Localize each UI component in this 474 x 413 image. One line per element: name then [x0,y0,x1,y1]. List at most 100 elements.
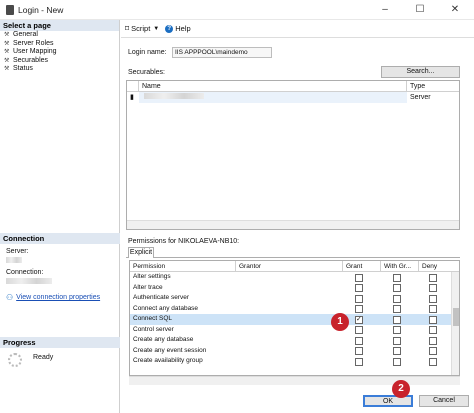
securables-label: Securables: [128,69,165,76]
deny-checkbox[interactable] [429,347,437,355]
permissions-horizontal-scrollbar[interactable] [129,376,460,385]
grant-checkbox[interactable] [355,336,363,345]
connection-properties-icon: ⚇ [6,293,14,302]
script-button[interactable]: ⌑ Script ▼ [125,24,159,33]
grant-checkbox[interactable] [355,273,363,282]
progress-header: Progress [0,337,120,348]
page-item-user-mapping[interactable]: ⚒ User Mapping [0,48,119,57]
with-grant-checkbox[interactable] [393,357,401,366]
permissions-rows: Alter settings Alter trace Authenticate se… [130,272,459,367]
search-button[interactable]: Search... [381,66,460,78]
securables-grid[interactable]: Name Type ▮ Server [126,80,460,230]
permission-name-cell: Alter trace [133,283,163,291]
securable-name-redacted [144,93,204,99]
table-row[interactable]: Alter trace [130,283,459,294]
column-header-grantor[interactable]: Grantor [236,261,343,271]
with-grant-cell [381,356,419,367]
close-button[interactable]: ✕ [440,2,470,18]
deny-checkbox[interactable] [429,336,437,345]
vertical-scrollbar[interactable] [451,272,459,375]
grant-checkbox[interactable] [355,347,363,355]
with-grant-checkbox[interactable] [393,305,401,313]
permissions-grid[interactable]: Permission Grantor Grant With Gr... Deny… [129,260,460,376]
view-connection-properties-link[interactable]: View connection properties [16,294,100,301]
horizontal-scrollbar[interactable] [127,220,459,229]
grant-cell [343,304,381,315]
script-icon: ⌑ [125,24,130,33]
table-row[interactable]: Authenticate server [130,293,459,304]
deny-checkbox[interactable] [429,294,437,303]
deny-cell [419,314,453,325]
connection-label: Connection: [6,269,44,276]
permission-name-cell: Control server [133,325,174,333]
help-button[interactable]: ? Help [165,24,191,33]
column-header-with-grant[interactable]: With Gr... [381,261,419,271]
permission-name-cell: Connect SQL [133,315,173,322]
help-icon: ? [165,24,174,33]
column-header-name[interactable]: Name [139,81,407,91]
with-grant-cell [381,283,419,294]
grantor-cell [236,325,343,336]
permissions-label: Permissions for NIKOLAEVA-NB10: [128,238,240,245]
deny-checkbox[interactable] [429,357,437,366]
minimize-button[interactable]: – [370,2,400,18]
with-grant-checkbox[interactable] [393,273,401,282]
progress-status: Ready [33,354,54,361]
deny-checkbox[interactable] [429,305,437,313]
left-panel: Select a page ⚒ General ⚒ Server Roles ⚒ Us… [0,20,120,413]
grantor-cell [236,304,343,315]
permission-name-cell: Alter settings [133,273,171,280]
deny-cell [419,293,453,304]
cancel-button[interactable]: Cancel [419,395,469,407]
with-grant-checkbox[interactable] [393,294,401,303]
grant-checkbox[interactable] [355,315,363,325]
deny-checkbox[interactable] [429,273,437,282]
connection-header: Connection [0,233,120,244]
chevron-down-icon: ▼ [153,25,160,32]
deny-checkbox[interactable] [429,284,437,292]
table-row[interactable]: Control server [130,325,459,336]
with-grant-checkbox[interactable] [393,347,401,355]
table-row[interactable]: Create any event session [130,346,459,357]
column-header-type[interactable]: Type [407,81,459,91]
with-grant-checkbox[interactable] [393,326,401,334]
deny-cell [419,346,453,357]
tab-explicit[interactable]: Explicit [128,247,154,258]
table-row[interactable]: Alter settings [130,272,459,283]
column-header-grant[interactable]: Grant [343,261,381,271]
login-name-field[interactable]: IIS APPPOOL\maindemo [172,47,272,58]
with-grant-checkbox[interactable] [393,315,401,324]
permissions-tab-strip: Explicit [126,247,460,258]
page-item-server-roles[interactable]: ⚒ Server Roles [0,40,119,49]
page-item-general[interactable]: ⚒ General [0,31,119,40]
table-row[interactable]: Create availability group [130,356,459,367]
table-row[interactable]: ▮ Server [127,92,459,103]
ok-button[interactable]: OK [363,395,413,407]
deny-cell [419,356,453,367]
grantor-cell [236,356,343,367]
with-grant-cell [381,346,419,357]
maximize-button[interactable]: ☐ [405,2,435,18]
column-header-deny[interactable]: Deny [419,261,453,271]
page-item-status[interactable]: ⚒ Status [0,65,119,74]
grantor-cell [236,346,343,357]
deny-checkbox[interactable] [429,315,437,324]
column-header-permission[interactable]: Permission [130,261,236,271]
deny-checkbox[interactable] [429,326,437,334]
with-grant-checkbox[interactable] [393,284,401,292]
scrollbar-thumb[interactable] [453,308,459,326]
permissions-grid-header: Permission Grantor Grant With Gr... Deny [130,261,459,272]
progress-section: Progress Ready [0,337,120,367]
grant-checkbox[interactable] [355,326,363,334]
table-row[interactable]: Connect any database [130,304,459,315]
grant-checkbox[interactable] [355,305,363,313]
grant-checkbox[interactable] [355,357,363,366]
with-grant-checkbox[interactable] [393,336,401,345]
grant-checkbox[interactable] [355,294,363,303]
table-row[interactable]: Connect SQL [130,314,459,325]
page-item-securables[interactable]: ⚒ Securables [0,57,119,66]
permission-name-cell: Create any event session [133,346,207,354]
table-row[interactable]: Create any database [130,335,459,346]
select-page-header: Select a page [0,20,119,31]
grant-checkbox[interactable] [355,284,363,292]
